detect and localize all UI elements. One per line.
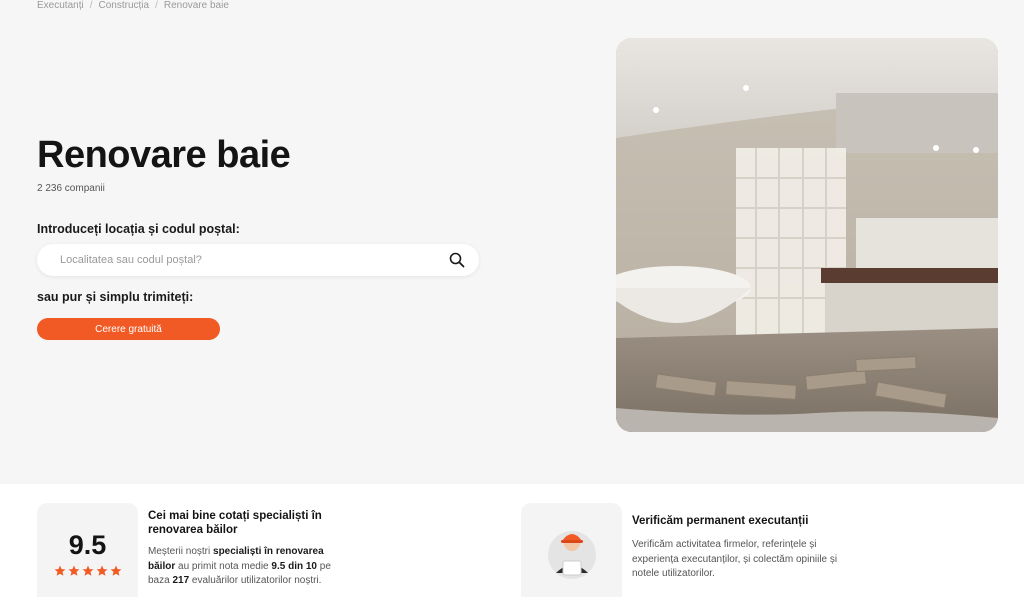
rating-text: Meșterii noștri — [148, 546, 214, 557]
location-input[interactable] — [37, 244, 441, 276]
star-icon — [54, 564, 66, 582]
verify-title: Verificăm permanent executanții — [632, 515, 809, 527]
rating-card: 9.5 — [37, 503, 138, 597]
cta-lead: sau pur și simplu trimiteți: — [37, 290, 194, 304]
star-icon — [68, 564, 80, 582]
rating-text-strong: 217 — [172, 575, 190, 586]
location-search — [37, 244, 479, 276]
worker-icon — [546, 521, 598, 584]
rating-text: au primit nota medie — [175, 560, 272, 572]
hero-image — [616, 38, 998, 432]
rating-text: evaluărilor utilizatorilor noștri. — [189, 575, 322, 586]
star-icon — [96, 564, 108, 582]
breadcrumb-separator: / — [155, 0, 158, 11]
star-icon — [110, 564, 122, 582]
star-icon — [82, 564, 94, 582]
search-icon[interactable] — [441, 244, 473, 276]
company-count: 2 236 companii — [37, 183, 105, 194]
breadcrumb-current: Renovare baie — [163, 0, 229, 11]
breadcrumb: Executanți / Construcția / Renovare baie — [37, 0, 229, 12]
rating-title: Cei mai bine cotați specialiști în renov… — [148, 510, 322, 536]
breadcrumb-separator: / — [89, 0, 93, 11]
page-title: Renovare baie — [37, 134, 291, 176]
verify-description: Verificăm activitatea firmelor, referinț… — [632, 539, 838, 579]
rating-stars — [54, 564, 122, 582]
breadcrumb-link-executanti[interactable]: Executanți — [37, 0, 84, 12]
rating-text-strong: 9.5 din 10 — [271, 560, 317, 572]
free-request-button[interactable]: Cerere gratuită — [37, 318, 220, 340]
location-label: Introduceți locația și codul poștal: — [37, 222, 240, 236]
breadcrumb-link-constructia[interactable]: Construcția — [98, 0, 149, 12]
rating-score: 9.5 — [68, 530, 107, 560]
rating-description: Meșterii noștri specialiști în renovarea… — [148, 545, 353, 589]
verify-card — [521, 503, 622, 597]
